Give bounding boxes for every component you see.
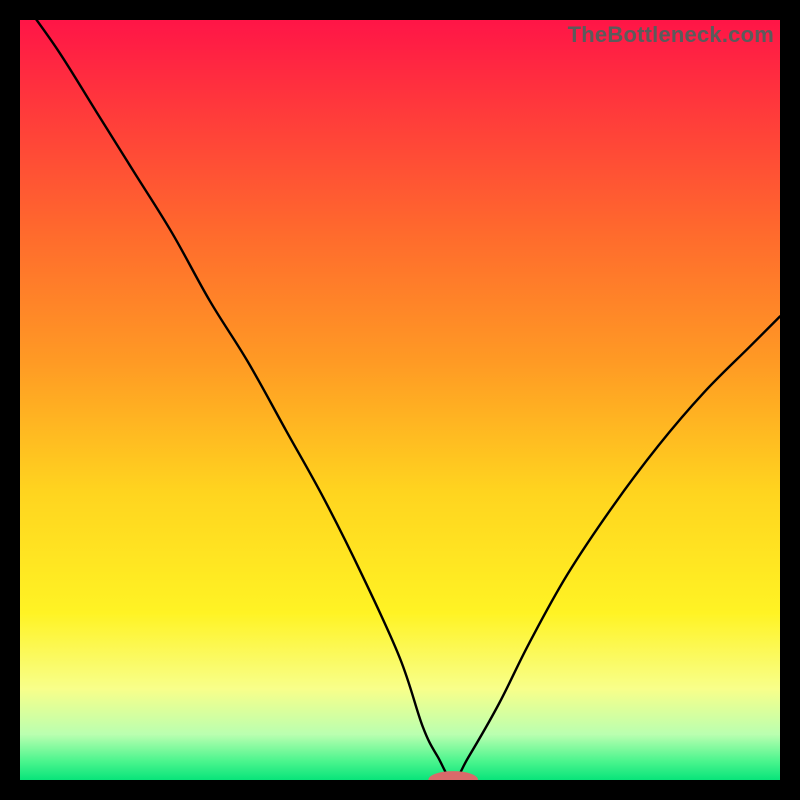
chart-frame: TheBottleneck.com bbox=[20, 20, 780, 780]
gradient-background bbox=[20, 20, 780, 780]
watermark-text: TheBottleneck.com bbox=[568, 22, 774, 48]
chart-svg bbox=[20, 20, 780, 780]
plot-area: TheBottleneck.com bbox=[20, 20, 780, 780]
